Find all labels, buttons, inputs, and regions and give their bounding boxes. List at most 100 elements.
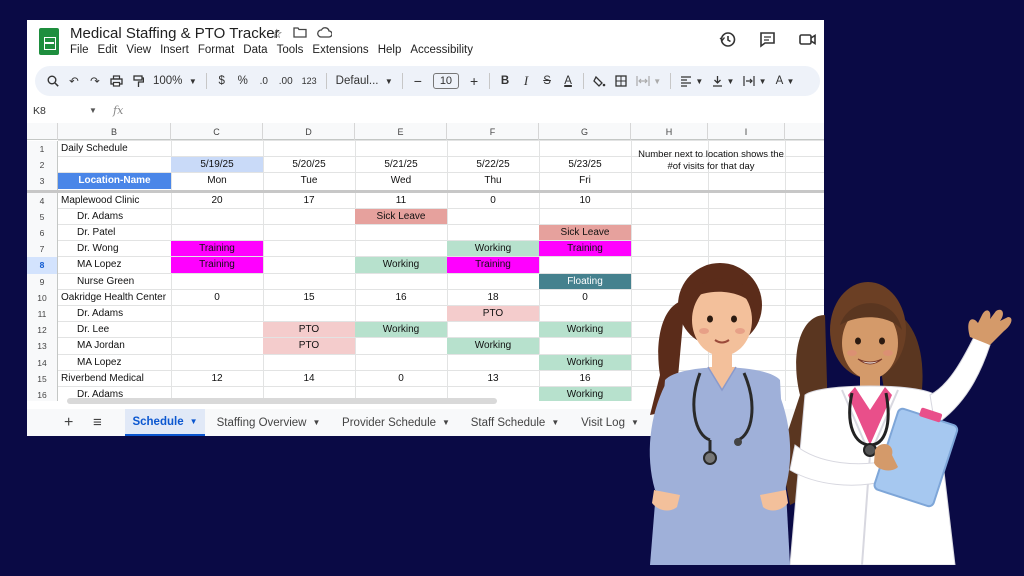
comments-icon[interactable] bbox=[758, 30, 776, 48]
status-cell[interactable]: PTO bbox=[447, 306, 539, 322]
caret-down-icon[interactable]: ▼ bbox=[313, 418, 321, 427]
redo-icon[interactable]: ↷ bbox=[89, 74, 101, 88]
row-header[interactable]: 14 bbox=[27, 354, 58, 371]
status-cell[interactable]: Working bbox=[355, 257, 447, 273]
status-cell[interactable]: Training bbox=[171, 241, 263, 257]
status-cell[interactable] bbox=[263, 306, 355, 321]
fill-color-icon[interactable] bbox=[593, 75, 606, 88]
status-cell[interactable] bbox=[263, 209, 355, 224]
status-cell[interactable]: Floating bbox=[539, 273, 631, 289]
sheet-tab-staff-schedule[interactable]: Staff Schedule ▼ bbox=[460, 409, 570, 436]
increase-font-size-button[interactable]: + bbox=[468, 73, 480, 89]
row-header[interactable]: 1 bbox=[27, 141, 58, 158]
caret-down-icon[interactable]: ▼ bbox=[190, 417, 198, 426]
status-cell[interactable]: PTO bbox=[263, 322, 355, 338]
location-name-cell[interactable]: Maplewood Clinic bbox=[58, 193, 171, 208]
staff-name-cell[interactable]: MA Lopez bbox=[58, 257, 171, 272]
horizontal-scrollbar[interactable] bbox=[67, 398, 497, 404]
column-header-b[interactable]: B bbox=[58, 123, 171, 140]
menu-accessibility[interactable]: Accessibility bbox=[410, 44, 473, 56]
weekday-cell[interactable]: Mon bbox=[171, 173, 263, 188]
row-header[interactable]: 10 bbox=[27, 289, 58, 306]
document-title[interactable]: Medical Staffing & PTO Tracker bbox=[70, 25, 280, 42]
menu-file[interactable]: File bbox=[70, 44, 89, 56]
menu-view[interactable]: View bbox=[126, 44, 151, 56]
borders-icon[interactable] bbox=[615, 75, 627, 87]
sheet-title[interactable]: Daily Schedule bbox=[58, 141, 171, 156]
menu-edit[interactable]: Edit bbox=[98, 44, 118, 56]
row-header[interactable]: 9 bbox=[27, 273, 58, 290]
visit-count-cell[interactable]: 13 bbox=[447, 371, 539, 386]
star-icon[interactable]: ☆ bbox=[271, 26, 283, 42]
merge-cells-icon[interactable]: ▼ bbox=[636, 75, 661, 87]
row-header[interactable]: 11 bbox=[27, 306, 58, 323]
status-cell[interactable] bbox=[263, 241, 355, 256]
visit-count-cell[interactable]: 12 bbox=[171, 371, 263, 386]
status-cell[interactable]: Working bbox=[355, 322, 447, 338]
row-header[interactable]: 6 bbox=[27, 225, 58, 242]
column-header-c[interactable]: C bbox=[171, 123, 263, 140]
increase-decimal-button[interactable]: .00 bbox=[279, 76, 293, 87]
status-cell[interactable] bbox=[539, 306, 631, 321]
staff-name-cell[interactable]: Dr. Patel bbox=[58, 225, 171, 240]
visit-count-cell[interactable]: 0 bbox=[171, 290, 263, 305]
all-sheets-button[interactable]: ≡ bbox=[93, 409, 102, 436]
status-cell[interactable]: Sick Leave bbox=[355, 208, 447, 224]
percent-format-button[interactable]: % bbox=[237, 75, 249, 87]
staff-name-cell[interactable]: Dr. Adams bbox=[58, 209, 171, 224]
status-cell[interactable] bbox=[539, 338, 631, 353]
vertical-align-icon[interactable]: ▼ bbox=[712, 75, 734, 87]
status-cell[interactable]: Working bbox=[447, 241, 539, 257]
cloud-status-icon[interactable] bbox=[316, 26, 333, 42]
row-header[interactable]: 5 bbox=[27, 208, 58, 225]
date-cell[interactable]: 5/20/25 bbox=[263, 157, 355, 172]
staff-name-cell[interactable]: Nurse Green bbox=[58, 274, 171, 289]
text-color-button[interactable]: A bbox=[562, 75, 574, 87]
status-cell[interactable] bbox=[539, 257, 631, 272]
status-cell[interactable]: Training bbox=[447, 257, 539, 273]
date-cell[interactable]: 5/19/25 bbox=[171, 157, 263, 173]
visit-count-cell[interactable]: 20 bbox=[171, 193, 263, 208]
status-cell[interactable] bbox=[355, 306, 447, 321]
menu-data[interactable]: Data bbox=[243, 44, 267, 56]
location-name-cell[interactable]: Oakridge Health Center bbox=[58, 290, 171, 305]
horizontal-align-icon[interactable]: ▼ bbox=[680, 75, 703, 87]
date-cell[interactable]: 5/23/25 bbox=[539, 157, 631, 172]
staff-name-cell[interactable]: Dr. Lee bbox=[58, 322, 171, 337]
caret-down-icon[interactable]: ▼ bbox=[442, 418, 450, 427]
status-cell[interactable] bbox=[355, 338, 447, 353]
staff-name-cell[interactable]: MA Lopez bbox=[58, 355, 171, 370]
version-history-icon[interactable] bbox=[718, 30, 736, 48]
column-header-h[interactable]: H bbox=[631, 123, 708, 140]
status-cell[interactable] bbox=[171, 306, 263, 321]
menu-insert[interactable]: Insert bbox=[160, 44, 189, 56]
column-header-g[interactable]: G bbox=[539, 123, 631, 140]
status-cell[interactable]: Training bbox=[539, 241, 631, 257]
caret-down-icon[interactable]: ▼ bbox=[89, 106, 97, 115]
staff-name-cell[interactable]: Dr. Adams bbox=[58, 306, 171, 321]
column-header-i[interactable]: I bbox=[708, 123, 785, 140]
sheet-tab-schedule[interactable]: Schedule ▼ bbox=[125, 409, 205, 436]
text-wrapping-icon[interactable]: ▼ bbox=[743, 75, 767, 87]
menu-help[interactable]: Help bbox=[378, 44, 402, 56]
sheets-logo-icon[interactable] bbox=[39, 28, 59, 55]
sheet-tab-provider-schedule[interactable]: Provider Schedule ▼ bbox=[332, 409, 460, 436]
status-cell[interactable] bbox=[539, 209, 631, 224]
status-cell[interactable] bbox=[355, 274, 447, 289]
font-select[interactable]: Defaul... ▼ bbox=[336, 75, 393, 87]
status-cell[interactable] bbox=[355, 225, 447, 240]
staff-name-cell[interactable]: Dr. Wong bbox=[58, 241, 171, 256]
status-cell[interactable] bbox=[263, 225, 355, 240]
row-header[interactable]: 7 bbox=[27, 241, 58, 258]
menu-format[interactable]: Format bbox=[198, 44, 234, 56]
column-header-e[interactable]: E bbox=[355, 123, 447, 140]
status-cell[interactable] bbox=[171, 225, 263, 240]
status-cell[interactable] bbox=[171, 209, 263, 224]
status-cell[interactable]: Working bbox=[447, 338, 539, 354]
status-cell[interactable] bbox=[447, 322, 539, 337]
column-header-d[interactable]: D bbox=[263, 123, 355, 140]
status-cell[interactable]: Sick Leave bbox=[539, 225, 631, 241]
status-cell[interactable]: Working bbox=[539, 387, 631, 401]
italic-button[interactable]: I bbox=[520, 73, 532, 89]
location-name-cell[interactable]: Riverbend Medical bbox=[58, 371, 171, 386]
